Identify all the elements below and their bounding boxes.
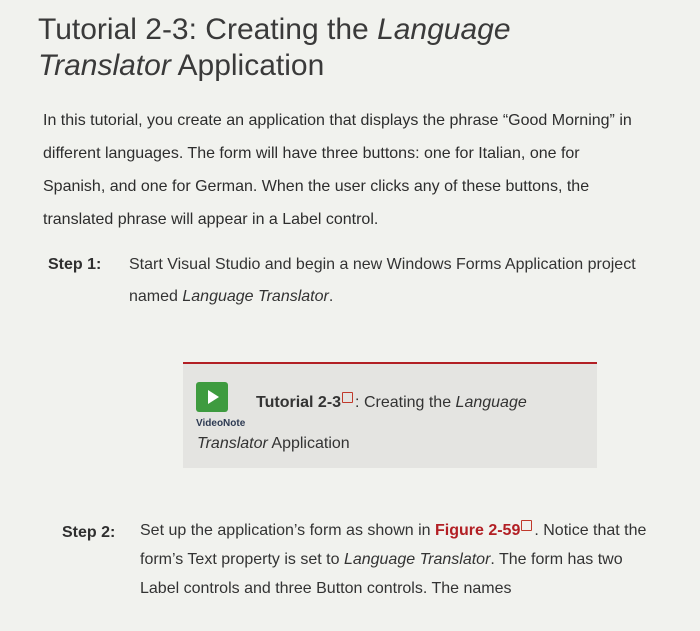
step2-label: Step 2:: [62, 524, 116, 541]
link-icon: [521, 520, 533, 531]
videonote-title[interactable]: Tutorial 2-3 : Creating the Language: [256, 392, 527, 412]
title-italic-language: Language: [377, 13, 511, 46]
videonote-title-italic: Language: [455, 394, 527, 411]
title-prefix: Tutorial 2-3: Creating the: [38, 13, 378, 46]
videonote-box: VideoNote Tutorial 2-3 : Creating the Lan…: [183, 362, 597, 468]
title-suffix: Application: [170, 49, 325, 82]
intro-paragraph: In this tutorial, you create an applicat…: [43, 112, 632, 228]
step1-text-suffix: .: [328, 288, 334, 305]
textbook-page: Tutorial 2-3: Creating the Language Tran…: [0, 0, 700, 631]
videonote-title-rest: : Creating the: [355, 394, 456, 411]
videonote-label: VideoNote: [196, 418, 246, 429]
figure-ref-link[interactable]: Figure 2-59: [435, 522, 520, 539]
videonote-subtitle: Translator Application: [197, 435, 350, 453]
step1-text: Start Visual Studio and begin a new Wind…: [129, 249, 649, 313]
title-italic-translator: Translator: [38, 49, 171, 82]
step2-text-a: Set up the application’s form as shown i…: [140, 522, 435, 539]
step2-form-text: Language Translator: [343, 551, 491, 568]
videonote-tutorial-link[interactable]: Tutorial 2-3: [256, 394, 341, 411]
step2-text: Set up the application’s form as shown i…: [140, 516, 660, 603]
page-title: Tutorial 2-3: Creating the Language Tran…: [38, 12, 658, 84]
link-icon: [342, 392, 354, 403]
step1-project-name: Language Translator: [182, 288, 329, 305]
videonote-sub-italic: Translator: [197, 435, 268, 452]
step1-label: Step 1:: [48, 256, 102, 273]
videonote-sub-rest: Application: [267, 435, 350, 452]
play-icon[interactable]: [196, 382, 228, 412]
